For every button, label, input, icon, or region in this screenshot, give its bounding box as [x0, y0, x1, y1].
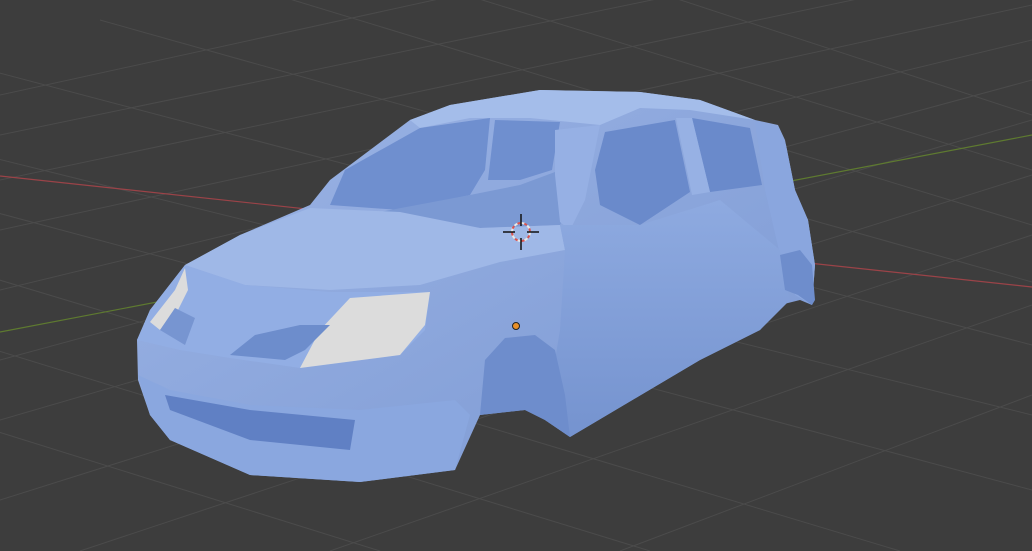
object-origin-icon: [512, 322, 520, 330]
viewport-canvas[interactable]: [0, 0, 1032, 551]
3d-viewport[interactable]: [0, 0, 1032, 551]
